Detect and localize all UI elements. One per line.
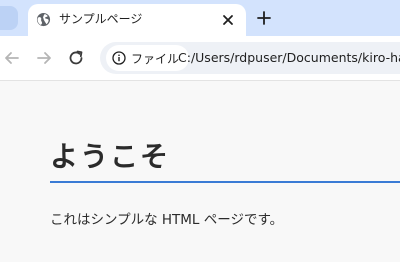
site-info-label: ファイル <box>131 51 180 66</box>
page-paragraph: これはシンプルな HTML ページです。 <box>50 212 284 228</box>
tab-strip: サンプルページ <box>0 0 400 36</box>
page-content: ようこそ これはシンプルな HTML ページです。 <box>0 81 400 262</box>
browser-toolbar: ファイル C:/Users/rdpuser/Documents/kiro-han <box>0 36 400 81</box>
browser-tab[interactable]: サンプルページ <box>28 4 246 36</box>
reload-icon[interactable] <box>66 48 86 68</box>
close-icon[interactable] <box>218 10 238 30</box>
site-info-chip[interactable]: ファイル <box>106 45 190 71</box>
info-icon <box>112 51 126 65</box>
globe-icon <box>36 12 51 27</box>
tab-search-button[interactable] <box>0 6 18 30</box>
url-text[interactable]: C:/Users/rdpuser/Documents/kiro-han <box>178 50 400 66</box>
tab-title: サンプルページ <box>59 12 143 26</box>
back-arrow-icon[interactable] <box>2 48 22 68</box>
new-tab-plus-icon[interactable] <box>254 8 274 28</box>
page-heading: ようこそ <box>50 140 171 173</box>
heading-underline <box>50 181 400 183</box>
forward-arrow-icon[interactable] <box>34 48 54 68</box>
address-bar[interactable]: ファイル C:/Users/rdpuser/Documents/kiro-han <box>100 42 400 74</box>
